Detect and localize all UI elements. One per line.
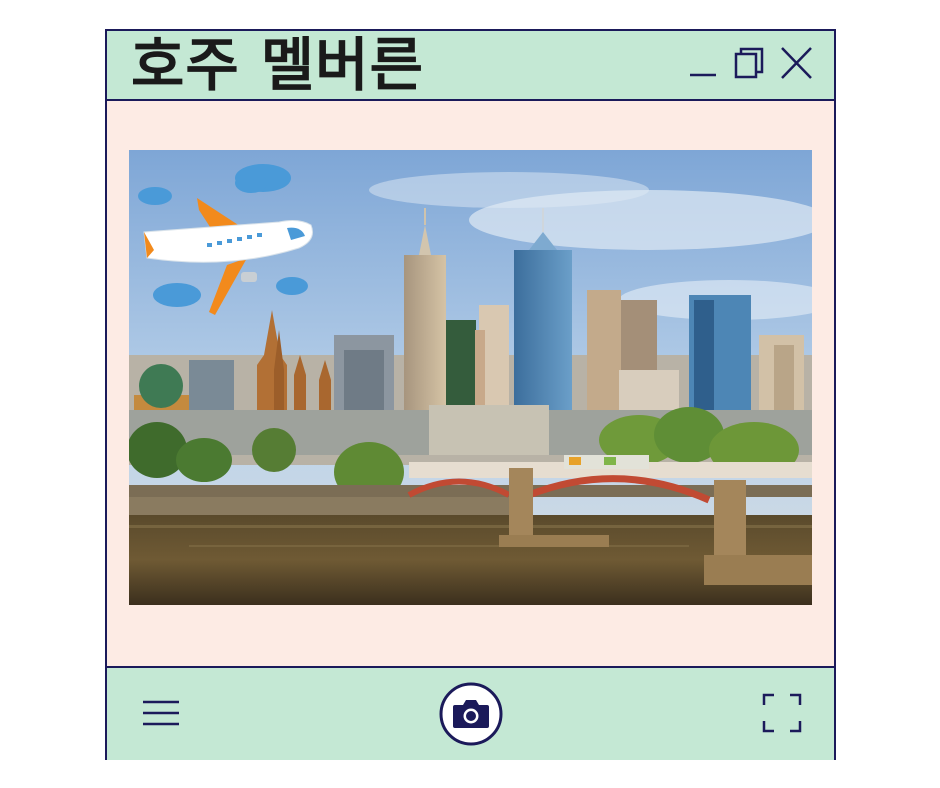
minimize-button[interactable] xyxy=(687,45,721,81)
fullscreen-icon xyxy=(762,693,802,733)
app-window: 호주 멜버른 xyxy=(105,29,836,760)
city-skyline-photo xyxy=(129,150,812,605)
menu-button[interactable] xyxy=(141,698,181,732)
camera-button[interactable] xyxy=(438,681,504,751)
restore-button[interactable] xyxy=(733,45,767,81)
camera-icon xyxy=(439,682,503,746)
title-bar: 호주 멜버른 xyxy=(107,31,834,101)
bottom-toolbar xyxy=(107,666,834,760)
airplane-icon xyxy=(138,164,313,315)
minimize-icon xyxy=(690,73,716,77)
restore-icon xyxy=(734,47,764,79)
window-title: 호주 멜버른 xyxy=(131,31,424,99)
hamburger-menu-icon xyxy=(143,700,179,726)
close-icon xyxy=(781,47,812,79)
content-area xyxy=(107,101,834,666)
fullscreen-button[interactable] xyxy=(762,693,802,737)
close-button[interactable] xyxy=(779,45,813,81)
